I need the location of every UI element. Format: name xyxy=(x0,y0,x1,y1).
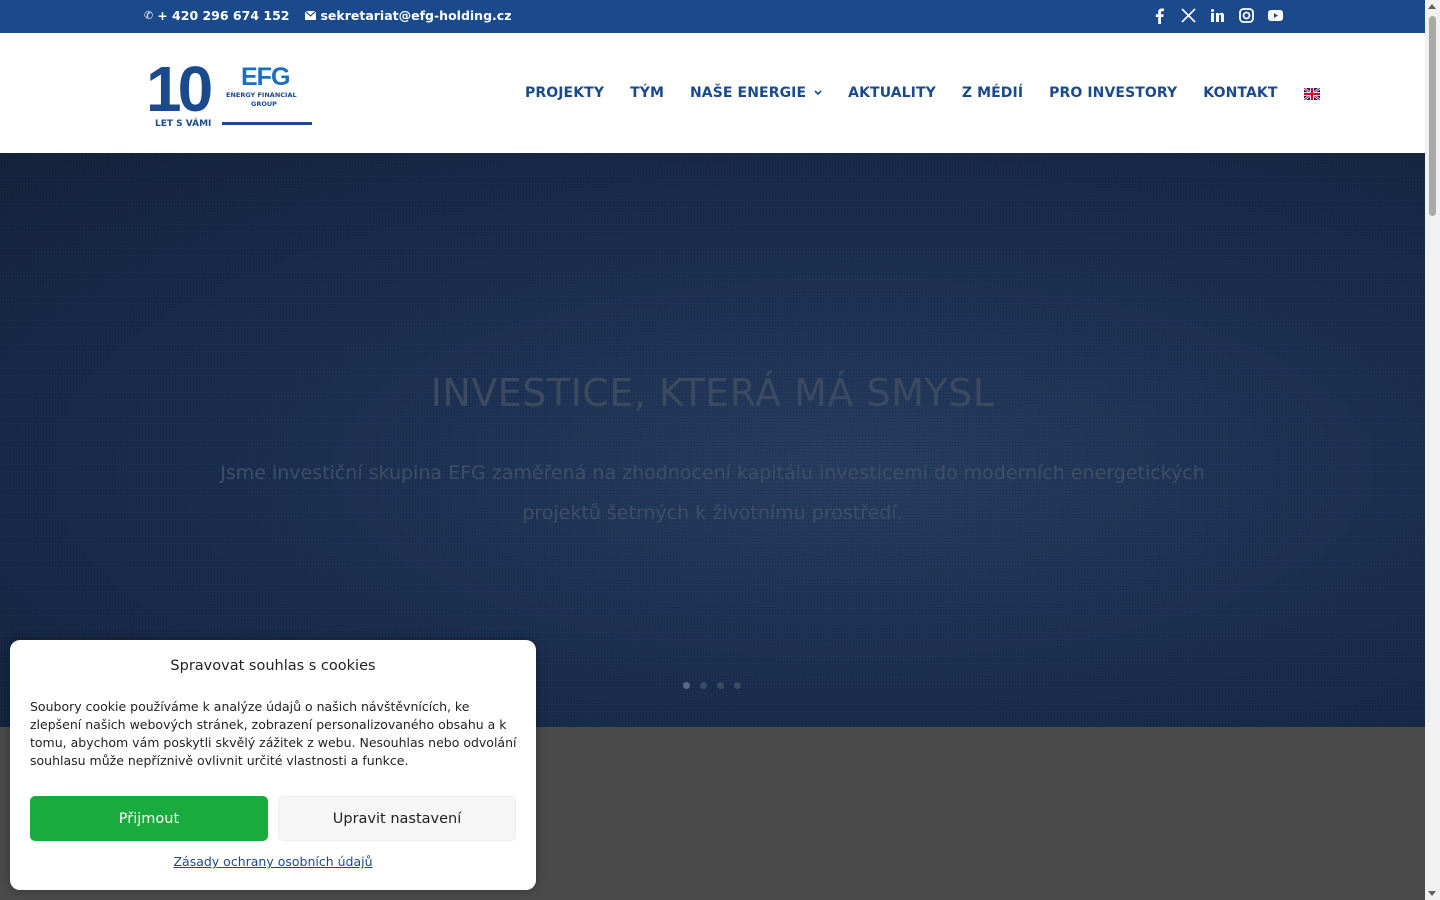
cookie-title: Spravovat souhlas s cookies xyxy=(170,658,376,674)
slider-pagination xyxy=(683,682,741,689)
main-navigation: PROJEKTY TÝM NAŠE ENERGIE AKTUALITY Z MÉ… xyxy=(525,85,1320,101)
phone-link[interactable]: ✆ + 420 296 674 152 xyxy=(144,8,289,23)
nav-pro-investory[interactable]: PRO INVESTORY xyxy=(1049,85,1177,101)
efg-logo[interactable]: 10 LET S VÁMI EFG ENERGY FINANCIAL GROUP xyxy=(146,53,316,131)
uk-flag-icon xyxy=(1303,87,1320,100)
accept-button[interactable]: Přijmout xyxy=(30,796,268,841)
nav-nase-energie[interactable]: NAŠE ENERGIE xyxy=(690,85,822,101)
logo-brand-line1: ENERGY FINANCIAL xyxy=(226,91,297,99)
site-header: 10 LET S VÁMI EFG ENERGY FINANCIAL GROUP… xyxy=(0,33,1425,153)
nav-aktuality[interactable]: AKTUALITY xyxy=(848,85,936,101)
cookie-text: Soubory cookie používáme k analýze údajů… xyxy=(30,699,517,768)
hero-title: INVESTICE, KTERÁ MÁ SMYSL xyxy=(430,371,995,415)
facebook-icon[interactable] xyxy=(1151,7,1167,24)
email-address: sekretariat@efg-holding.cz xyxy=(320,8,512,23)
x-icon[interactable] xyxy=(1180,7,1196,24)
privacy-policy-link[interactable]: Zásady ochrany osobních údajů xyxy=(10,854,536,869)
scrollbar[interactable] xyxy=(1425,0,1440,900)
nav-kontakt[interactable]: KONTAKT xyxy=(1203,85,1277,101)
nav-z-medii[interactable]: Z MÉDIÍ xyxy=(962,85,1023,101)
slider-dot-1[interactable] xyxy=(683,682,690,689)
top-bar: ✆ + 420 296 674 152 sekretariat@efg-hold… xyxy=(0,0,1425,33)
youtube-icon[interactable] xyxy=(1267,7,1283,24)
nav-nase-energie-label: NAŠE ENERGIE xyxy=(689,85,807,101)
language-switch[interactable] xyxy=(1303,85,1320,101)
slider-dot-4[interactable] xyxy=(734,682,741,689)
logo-tagline: LET S VÁMI xyxy=(155,117,211,129)
chevron-down-icon xyxy=(814,90,822,96)
logo-number: 10 xyxy=(146,55,211,125)
logo-brand-line2: GROUP xyxy=(251,100,277,108)
email-link[interactable]: sekretariat@efg-holding.cz xyxy=(305,8,511,23)
scroll-thumb[interactable] xyxy=(1429,16,1436,216)
contact-info: ✆ + 420 296 674 152 sekretariat@efg-hold… xyxy=(144,8,511,23)
linkedin-icon[interactable] xyxy=(1209,7,1225,24)
phone-icon: ✆ xyxy=(144,9,154,22)
slider-dot-3[interactable] xyxy=(717,682,724,689)
slider-dot-2[interactable] xyxy=(700,682,707,689)
logo-brand: EFG xyxy=(241,63,289,91)
hero-subtitle: Jsme investiční skupina EFG zaměřená na … xyxy=(220,462,1205,524)
envelope-icon xyxy=(305,11,317,20)
nav-projekty[interactable]: PROJEKTY xyxy=(525,85,604,101)
social-links xyxy=(1151,7,1283,24)
scroll-up-icon[interactable] xyxy=(1428,4,1436,9)
instagram-icon[interactable] xyxy=(1238,7,1254,24)
nav-tym[interactable]: TÝM xyxy=(630,85,664,101)
cookie-consent-dialog: Spravovat souhlas s cookies Soubory cook… xyxy=(10,640,536,890)
phone-number: + 420 296 674 152 xyxy=(157,8,290,23)
scroll-down-icon[interactable] xyxy=(1428,891,1436,896)
settings-button[interactable]: Upravit nastavení xyxy=(278,796,516,841)
